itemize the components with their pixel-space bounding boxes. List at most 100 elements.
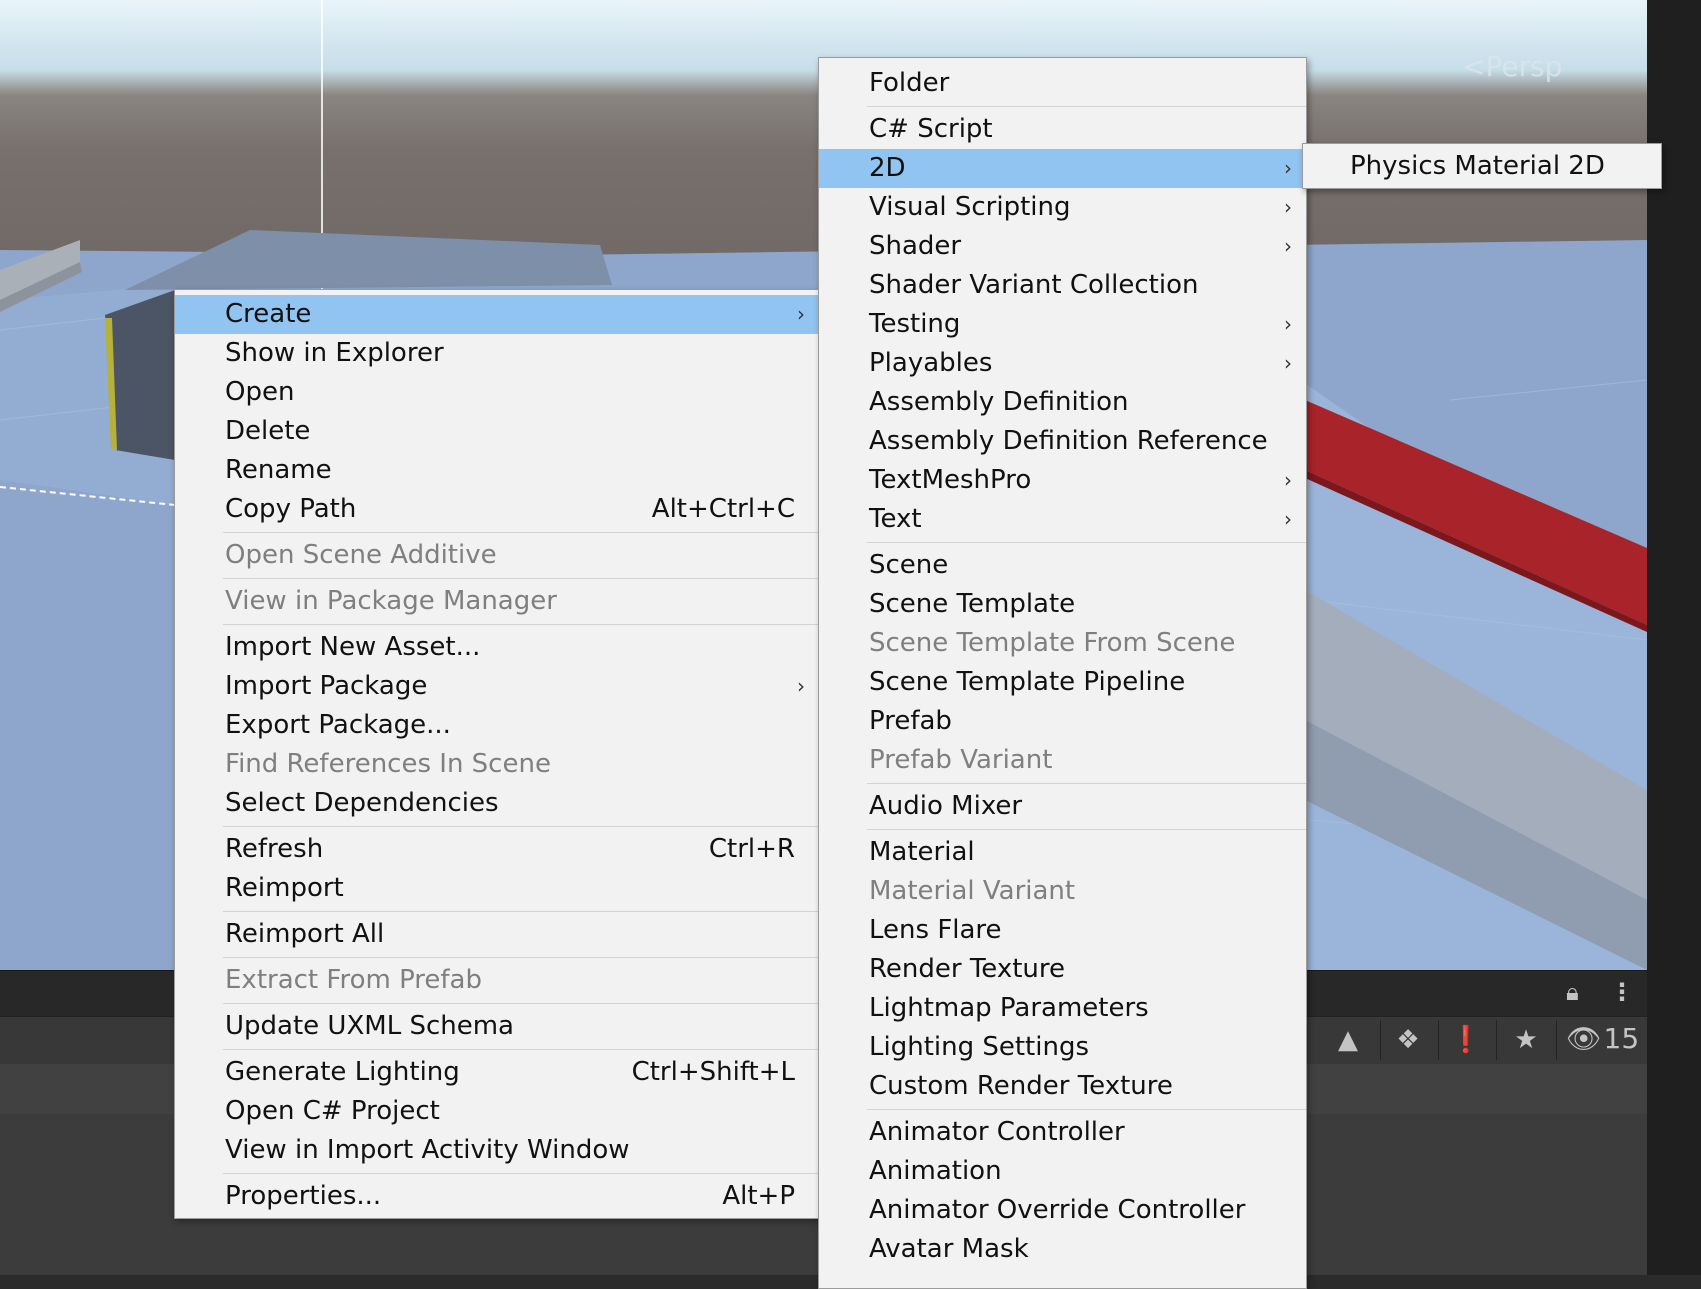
- create-menu-item-shader[interactable]: Shader ›: [819, 227, 1306, 266]
- menu-separator: [223, 624, 819, 625]
- create-menu-item-text[interactable]: Text ›: [819, 500, 1306, 539]
- menu-item-label: Lightmap Parameters: [869, 993, 1149, 1023]
- menu-item-shortcut: Alt+Ctrl+C: [651, 494, 795, 524]
- lock-icon[interactable]: 🔒︎: [1566, 978, 1579, 1006]
- persp-label[interactable]: <Persp: [1462, 50, 1562, 83]
- menu-item-label: Copy Path: [225, 494, 357, 524]
- hidden-packages-toggle[interactable]: 👁︎ 15: [1566, 1022, 1639, 1055]
- context-menu-item-create[interactable]: Create ›: [175, 295, 819, 334]
- menu-item-label: View in Import Activity Window: [225, 1135, 630, 1165]
- menu-separator: [867, 542, 1306, 543]
- menu-item-shortcut: Ctrl+Shift+L: [631, 1057, 795, 1087]
- create-menu-item-scene-template[interactable]: Scene Template: [819, 585, 1306, 624]
- more-vertical-icon[interactable]: ⋮: [1610, 978, 1634, 1006]
- menu-item-label: Animation: [869, 1156, 1002, 1186]
- menu-item-label: Visual Scripting: [869, 192, 1071, 222]
- create-menu-item-custom-render-texture[interactable]: Custom Render Texture: [819, 1067, 1306, 1106]
- context-menu-item-reimport[interactable]: Reimport: [175, 869, 819, 908]
- context-menu: Create › Show in Explorer Open Delete Rename C…: [174, 289, 820, 1219]
- create-menu-item-testing[interactable]: Testing ›: [819, 305, 1306, 344]
- context-menu-item-generate-lighting[interactable]: Generate Lighting Ctrl+Shift+L: [175, 1053, 819, 1092]
- context-menu-item-select-dependencies[interactable]: Select Dependencies: [175, 784, 819, 823]
- create-menu-item-render-texture[interactable]: Render Texture: [819, 950, 1306, 989]
- create-menu-item-scene-template-pipeline[interactable]: Scene Template Pipeline: [819, 663, 1306, 702]
- chevron-right-icon: ›: [1284, 312, 1292, 336]
- menu-item-label: Open Scene Additive: [225, 540, 497, 570]
- context-menu-item-open-csharp-project[interactable]: Open C# Project: [175, 1092, 819, 1131]
- menu-item-label: Animator Controller: [869, 1117, 1125, 1147]
- context-menu-item-import-package[interactable]: Import Package ›: [175, 667, 819, 706]
- context-menu-item-update-uxml-schema[interactable]: Update UXML Schema: [175, 1007, 819, 1046]
- menu-separator: [867, 1109, 1306, 1110]
- create-menu-item-2d[interactable]: 2D ›: [819, 149, 1306, 188]
- scene-filter-icon[interactable]: ▲: [1322, 1018, 1374, 1062]
- chevron-right-icon: ›: [1284, 507, 1292, 531]
- create-submenu: Folder C# Script 2D › Visual Scripting › Shade…: [818, 57, 1307, 1289]
- create-menu-item-assembly-definition[interactable]: Assembly Definition: [819, 383, 1306, 422]
- submenu-2d-item-physics-material-2d[interactable]: Physics Material 2D: [1303, 144, 1661, 188]
- create-menu-item-scene[interactable]: Scene: [819, 546, 1306, 585]
- create-menu-item-avatar-mask[interactable]: Avatar Mask: [819, 1230, 1306, 1269]
- menu-item-label: Delete: [225, 416, 311, 446]
- menu-separator: [223, 826, 819, 827]
- menu-item-label: Export Package...: [225, 710, 451, 740]
- context-menu-item-import-new-asset[interactable]: Import New Asset...: [175, 628, 819, 667]
- create-menu-item-folder[interactable]: Folder: [819, 64, 1306, 103]
- create-menu-item-textmeshpro[interactable]: TextMeshPro ›: [819, 461, 1306, 500]
- create-menu-item-csharp-script[interactable]: C# Script: [819, 110, 1306, 149]
- chevron-right-icon: ›: [1284, 468, 1292, 492]
- create-menu-item-prefab-variant: Prefab Variant: [819, 741, 1306, 780]
- context-menu-item-view-in-import-activity-window[interactable]: View in Import Activity Window: [175, 1131, 819, 1170]
- menu-item-label: Material: [869, 837, 975, 867]
- favorite-star-icon[interactable]: ★: [1500, 1018, 1552, 1062]
- create-menu-item-shader-variant-collection[interactable]: Shader Variant Collection: [819, 266, 1306, 305]
- label-tag-icon[interactable]: ❖: [1382, 1018, 1434, 1062]
- menu-item-label: Create: [225, 299, 312, 329]
- menu-item-label: Audio Mixer: [869, 791, 1023, 821]
- menu-item-label: Open C# Project: [225, 1096, 440, 1126]
- menu-item-label: Prefab Variant: [869, 745, 1053, 775]
- menu-item-label: Refresh: [225, 834, 324, 864]
- create-menu-item-material[interactable]: Material: [819, 833, 1306, 872]
- warning-icon[interactable]: ❗: [1440, 1018, 1492, 1062]
- menu-item-label: Rename: [225, 455, 332, 485]
- menu-separator: [867, 106, 1306, 107]
- context-menu-item-refresh[interactable]: Refresh Ctrl+R: [175, 830, 819, 869]
- context-menu-item-export-package[interactable]: Export Package...: [175, 706, 819, 745]
- context-menu-item-rename[interactable]: Rename: [175, 451, 819, 490]
- hidden-eye-icon: 👁︎: [1566, 1022, 1602, 1055]
- create-menu-item-animator-override-controller[interactable]: Animator Override Controller: [819, 1191, 1306, 1230]
- create-menu-item-prefab[interactable]: Prefab: [819, 702, 1306, 741]
- menu-item-label: Assembly Definition Reference: [869, 426, 1268, 456]
- menu-item-label: Scene Template From Scene: [869, 628, 1236, 658]
- create-menu-item-lightmap-parameters[interactable]: Lightmap Parameters: [819, 989, 1306, 1028]
- menu-item-label: Reimport All: [225, 919, 385, 949]
- context-menu-item-delete[interactable]: Delete: [175, 412, 819, 451]
- menu-item-label: Prefab: [869, 706, 952, 736]
- create-menu-item-playables[interactable]: Playables ›: [819, 344, 1306, 383]
- create-menu-item-lighting-settings[interactable]: Lighting Settings: [819, 1028, 1306, 1067]
- chevron-right-icon: ›: [1284, 156, 1292, 180]
- menu-item-label: Lens Flare: [869, 915, 1002, 945]
- create-menu-item-assembly-definition-reference[interactable]: Assembly Definition Reference: [819, 422, 1306, 461]
- menu-item-label: Extract From Prefab: [225, 965, 482, 995]
- right-panel-edge: [1647, 0, 1701, 1275]
- menu-item-label: Physics Material 2D: [1350, 151, 1605, 181]
- menu-item-label: Scene Template Pipeline: [869, 667, 1186, 697]
- menu-separator: [223, 532, 819, 533]
- menu-separator: [223, 911, 819, 912]
- context-menu-item-copy-path[interactable]: Copy Path Alt+Ctrl+C: [175, 490, 819, 529]
- create-menu-item-animation[interactable]: Animation: [819, 1152, 1306, 1191]
- context-menu-item-show-in-explorer[interactable]: Show in Explorer: [175, 334, 819, 373]
- create-menu-item-lens-flare[interactable]: Lens Flare: [819, 911, 1306, 950]
- menu-item-label: Generate Lighting: [225, 1057, 460, 1087]
- menu-item-label: Find References In Scene: [225, 749, 551, 779]
- create-menu-item-audio-mixer[interactable]: Audio Mixer: [819, 787, 1306, 826]
- context-menu-item-open[interactable]: Open: [175, 373, 819, 412]
- submenu-2d: Physics Material 2D: [1302, 143, 1662, 189]
- context-menu-item-reimport-all[interactable]: Reimport All: [175, 915, 819, 954]
- create-menu-item-animator-controller[interactable]: Animator Controller: [819, 1113, 1306, 1152]
- create-menu-item-visual-scripting[interactable]: Visual Scripting ›: [819, 188, 1306, 227]
- context-menu-item-properties[interactable]: Properties... Alt+P: [175, 1177, 819, 1216]
- create-menu-item-scene-template-from-scene: Scene Template From Scene: [819, 624, 1306, 663]
